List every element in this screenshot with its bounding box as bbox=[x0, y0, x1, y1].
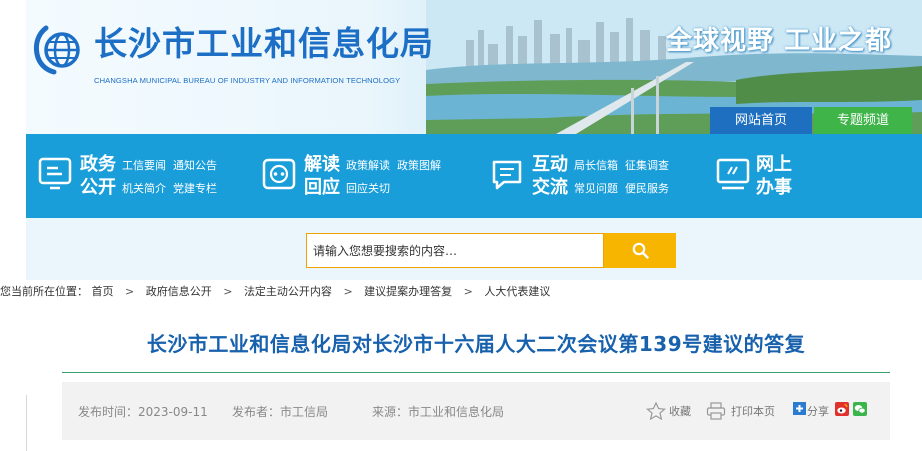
link-policy-graphics[interactable]: 政策图解 bbox=[397, 159, 441, 172]
service-navigation-bar: 政务 公开 工信要闻 通知公告 机关简介 党建专栏 解读 回应 政策解读 政策图解 回… bbox=[26, 134, 922, 218]
publish-date: 发布时间：2023-09-11 bbox=[78, 405, 208, 419]
service-title-line2: 办事 bbox=[756, 177, 792, 198]
link-policy-interpretation[interactable]: 政策解读 bbox=[346, 159, 390, 172]
service-interpretation[interactable]: 解读 回应 政策解读 政策图解 回应关切 bbox=[262, 134, 472, 218]
monitor-icon bbox=[38, 157, 72, 190]
link-intro[interactable]: 机关简介 bbox=[122, 182, 166, 195]
service-online-office[interactable]: 网上 办事 bbox=[716, 134, 826, 218]
title-divider bbox=[62, 372, 890, 373]
link-party[interactable]: 党建专栏 bbox=[173, 182, 217, 195]
favorite-button[interactable]: 收藏 bbox=[669, 403, 691, 419]
link-faq[interactable]: 常见问题 bbox=[574, 182, 618, 195]
service-links-row: 政策解读 政策图解 bbox=[346, 159, 448, 173]
breadcrumb: 您当前所在位置： 首页 > 政府信息公开 > 法定主动公开内容 > 建议提案办理… bbox=[0, 283, 550, 301]
link-survey[interactable]: 征集调查 bbox=[625, 159, 669, 172]
wechat-icon[interactable] bbox=[853, 402, 867, 416]
eye-icon bbox=[262, 158, 296, 190]
link-director-mailbox[interactable]: 局长信箱 bbox=[574, 159, 618, 172]
search-icon bbox=[632, 242, 649, 259]
source: 来源：市工业和信息化局 bbox=[372, 405, 505, 419]
breadcrumb-item-proposal-replies[interactable]: 建议提案办理答复 bbox=[364, 285, 452, 298]
service-title-line2: 交流 bbox=[532, 177, 568, 198]
search-button[interactable] bbox=[604, 233, 676, 268]
breadcrumb-prefix: 您当前所在位置： bbox=[0, 285, 88, 298]
search-input[interactable] bbox=[306, 233, 604, 268]
content-left-border bbox=[26, 395, 27, 451]
service-title-line1: 政务 bbox=[80, 154, 116, 175]
print-button[interactable]: 打印本页 bbox=[731, 403, 775, 419]
chat-bubble-icon bbox=[492, 160, 522, 190]
nav-home-tab[interactable]: 网站首页 bbox=[710, 107, 812, 134]
service-links-row: 常见问题 便民服务 bbox=[574, 182, 676, 196]
breadcrumb-item-npc-suggestions[interactable]: 人大代表建议 bbox=[484, 285, 550, 298]
service-links-row: 回应关切 bbox=[346, 182, 397, 196]
link-notice[interactable]: 通知公告 bbox=[173, 159, 217, 172]
link-response[interactable]: 回应关切 bbox=[346, 182, 390, 195]
bureau-logo-icon bbox=[33, 25, 80, 75]
breadcrumb-separator: > bbox=[463, 285, 473, 298]
service-title-line1: 网上 bbox=[756, 154, 792, 175]
search-area bbox=[26, 218, 922, 280]
breadcrumb-item-home[interactable]: 首页 bbox=[92, 285, 114, 298]
slogan: 全球视野 工业之都 bbox=[666, 26, 893, 56]
link-public-service[interactable]: 便民服务 bbox=[625, 182, 669, 195]
service-title-line1: 互动 bbox=[532, 154, 568, 175]
article-meta-bar: 发布时间：2023-09-11 发布者：市工信局 来源：市工业和信息化局 收藏 … bbox=[62, 382, 890, 440]
service-links-row: 工信要闻 通知公告 bbox=[122, 159, 224, 173]
site-header: 长沙市工业和信息化局 CHANGSHA MUNICIPAL BUREAU OF … bbox=[26, 0, 922, 134]
service-title-line1: 解读 bbox=[304, 154, 340, 175]
online-office-icon bbox=[716, 158, 750, 190]
star-icon[interactable] bbox=[646, 402, 666, 420]
article-title: 长沙市工业和信息化局对长沙市十六届人大二次会议第139号建议的答复 bbox=[146, 332, 806, 356]
share-plus-icon[interactable] bbox=[793, 402, 806, 415]
service-links-row: 机关简介 党建专栏 bbox=[122, 182, 224, 196]
breadcrumb-separator: > bbox=[223, 285, 233, 298]
printer-icon[interactable] bbox=[706, 402, 726, 420]
service-interaction[interactable]: 互动 交流 局长信箱 征集调查 常见问题 便民服务 bbox=[490, 134, 700, 218]
nav-special-tab[interactable]: 专题频道 bbox=[814, 107, 912, 134]
site-subtitle: CHANGSHA MUNICIPAL BUREAU OF INDUSTRY AN… bbox=[94, 76, 401, 85]
breadcrumb-item-gov-info[interactable]: 政府信息公开 bbox=[146, 285, 212, 298]
service-links-row: 局长信箱 征集调查 bbox=[574, 159, 676, 173]
breadcrumb-item-statutory[interactable]: 法定主动公开内容 bbox=[244, 285, 332, 298]
service-title-line2: 公开 bbox=[80, 177, 116, 198]
service-title-line2: 回应 bbox=[304, 177, 340, 198]
breadcrumb-separator: > bbox=[343, 285, 353, 298]
weibo-icon[interactable] bbox=[835, 402, 849, 416]
share-button[interactable]: 分享 bbox=[807, 403, 829, 419]
site-title: 长沙市工业和信息化局 bbox=[94, 24, 434, 63]
link-news[interactable]: 工信要闻 bbox=[122, 159, 166, 172]
publisher: 发布者：市工信局 bbox=[232, 405, 329, 419]
breadcrumb-separator: > bbox=[125, 285, 135, 298]
service-gov-affairs[interactable]: 政务 公开 工信要闻 通知公告 机关简介 党建专栏 bbox=[38, 134, 248, 218]
